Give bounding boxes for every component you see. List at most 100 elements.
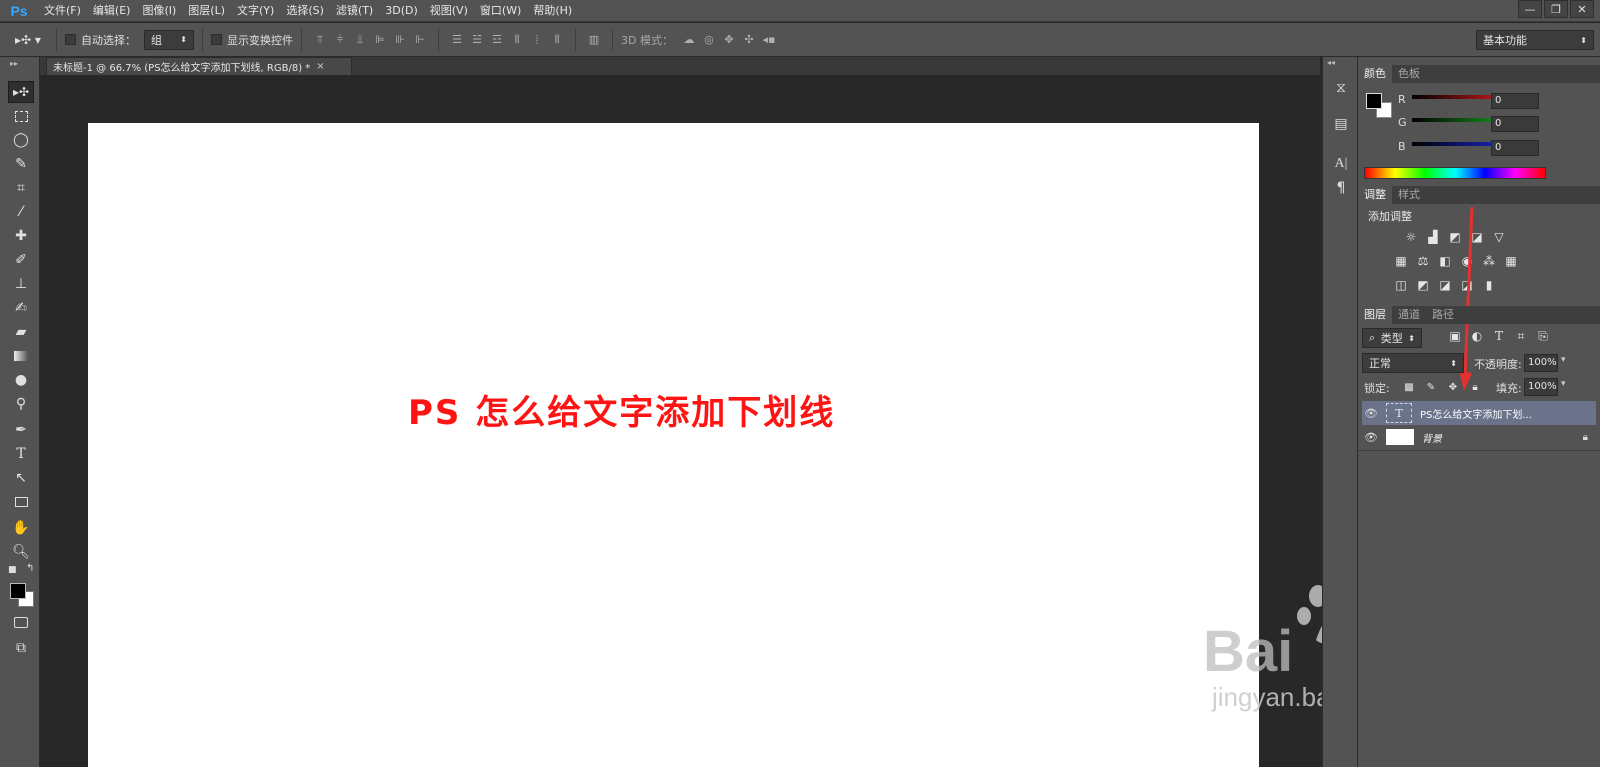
character-panel-icon[interactable]: A| (1329, 153, 1353, 175)
menu-select[interactable]: 选择(S) (280, 0, 330, 22)
distribute-vcenter-icon[interactable]: ☱ (470, 33, 484, 47)
invert-adjustment-icon[interactable]: ◫ (1393, 278, 1409, 292)
opacity-input[interactable]: 100% (1524, 354, 1558, 372)
crop-tool-icon[interactable]: ⌗ (8, 177, 34, 199)
menu-help[interactable]: 帮助(H) (527, 0, 578, 22)
visibility-eye-icon[interactable]: 👁︎ (1362, 407, 1380, 420)
shape-filter-icon[interactable]: ⌗ (1513, 329, 1529, 343)
layer-filter-dropdown[interactable]: ⌕ 类型 ⬍ (1362, 328, 1422, 348)
canvas-workspace[interactable]: PS 怎么给文字添加下划线 (40, 75, 1320, 767)
align-right-icon[interactable]: ⊩ (413, 33, 427, 47)
opacity-arrow-icon[interactable]: ▾ (1561, 355, 1566, 365)
move-tool-icon[interactable]: ▸✣ (8, 81, 34, 103)
lock-transparency-icon[interactable]: ▩ (1401, 380, 1417, 394)
menu-type[interactable]: 文字(Y) (231, 0, 280, 22)
document-tab[interactable]: 未标题-1 @ 66.7% (PS怎么给文字添加下划线, RGB/8) * × (46, 57, 352, 75)
color-lookup-adjustment-icon[interactable]: ▦ (1503, 254, 1519, 268)
document-canvas[interactable]: PS 怎么给文字添加下划线 (88, 123, 1259, 767)
color-spectrum-bar[interactable] (1364, 167, 1546, 179)
posterize-adjustment-icon[interactable]: ◩ (1415, 278, 1431, 292)
zoom-tool-icon[interactable]: 🔍︎ (8, 541, 34, 563)
adjustment-filter-icon[interactable]: ◐ (1469, 329, 1485, 343)
3d-rotate-icon[interactable]: ☁ (682, 33, 696, 47)
quick-selection-tool-icon[interactable]: ✎ (8, 153, 34, 175)
screen-mode-icon[interactable]: ⧉ (8, 637, 34, 659)
channel-mixer-adjustment-icon[interactable]: ⁂ (1481, 254, 1497, 268)
smart-object-filter-icon[interactable]: ⎘ (1535, 329, 1551, 343)
blur-tool-icon[interactable]: ● (8, 369, 34, 391)
fill-arrow-icon[interactable]: ▾ (1561, 379, 1566, 389)
tab-adjustments[interactable]: 调整 (1358, 186, 1392, 204)
distribute-hcenter-icon[interactable]: ⦙ (530, 33, 544, 47)
hand-tool-icon[interactable]: ✋ (8, 517, 34, 539)
lock-position-icon[interactable]: ✥ (1445, 380, 1461, 394)
path-selection-tool-icon[interactable]: ↖ (8, 467, 34, 489)
history-brush-tool-icon[interactable]: ✍ (8, 297, 34, 319)
marquee-tool-icon[interactable] (8, 105, 34, 127)
fill-input[interactable]: 100% (1524, 378, 1558, 396)
eyedropper-tool-icon[interactable]: ⁄ (8, 201, 34, 223)
channel-g-value[interactable]: 0 (1491, 116, 1539, 132)
3d-scale-icon[interactable]: ◂▪ (762, 33, 776, 47)
layer-name[interactable]: PS怎么给文字添加下划... (1420, 406, 1532, 421)
menu-window[interactable]: 窗口(W) (474, 0, 527, 22)
menu-edit[interactable]: 编辑(E) (87, 0, 137, 22)
tab-close-icon[interactable]: × (316, 61, 324, 72)
align-left-icon[interactable]: ⊫ (373, 33, 387, 47)
layer-row[interactable]: 👁︎ 背景 🔒︎ (1362, 425, 1596, 449)
panel-collapse-icon[interactable]: ▸▸ (10, 59, 18, 68)
black-white-adjustment-icon[interactable]: ◧ (1437, 254, 1453, 268)
move-tool-preset-icon[interactable]: ▸✣ ▾ (11, 33, 45, 47)
distribute-top-icon[interactable]: ☰ (450, 33, 464, 47)
workspace-dropdown[interactable]: 基本功能 ⬍ (1476, 30, 1594, 50)
lock-all-icon[interactable]: 🔒︎ (1467, 380, 1483, 394)
threshold-adjustment-icon[interactable]: ◪ (1437, 278, 1453, 292)
minimize-button[interactable]: — (1518, 0, 1542, 18)
gradient-tool-icon[interactable] (8, 345, 34, 367)
align-top-icon[interactable]: ⫪ (313, 33, 327, 47)
color-balance-adjustment-icon[interactable]: ⚖ (1415, 254, 1431, 268)
blend-mode-dropdown[interactable]: 正常 ⬍ (1362, 353, 1464, 373)
distribute-bottom-icon[interactable]: ☲ (490, 33, 504, 47)
tab-styles[interactable]: 样式 (1392, 186, 1426, 204)
tab-color[interactable]: 颜色 (1358, 65, 1392, 83)
dodge-tool-icon[interactable]: ⚲ (8, 393, 34, 415)
swap-colors-icon[interactable]: ↰ (26, 563, 34, 574)
vibrance-adjustment-icon[interactable]: ▽ (1491, 230, 1507, 244)
tab-layers[interactable]: 图层 (1358, 306, 1392, 324)
type-tool-icon[interactable]: T (8, 443, 34, 465)
align-bottom-icon[interactable]: ⫫ (353, 33, 367, 47)
menu-layer[interactable]: 图层(L) (182, 0, 231, 22)
close-button[interactable]: ✕ (1570, 0, 1594, 18)
brightness-adjustment-icon[interactable]: ☼ (1403, 230, 1419, 244)
dock-collapse-icon[interactable]: ◂◂ (1327, 58, 1335, 67)
levels-adjustment-icon[interactable]: ▟ (1425, 230, 1441, 244)
tab-channels[interactable]: 通道 (1392, 306, 1426, 324)
tab-swatches[interactable]: 色板 (1392, 65, 1426, 83)
tab-paths[interactable]: 路径 (1426, 306, 1460, 324)
clone-stamp-tool-icon[interactable]: ⊥ (8, 273, 34, 295)
3d-roll-icon[interactable]: ◎ (702, 33, 716, 47)
quick-mask-icon[interactable] (8, 611, 34, 633)
distribute-right-icon[interactable]: ⫴ (550, 33, 564, 47)
visibility-eye-icon[interactable]: 👁︎ (1362, 431, 1380, 444)
hue-saturation-adjustment-icon[interactable]: ▦ (1393, 254, 1409, 268)
auto-select-dropdown[interactable]: 组 ⬍ (144, 29, 194, 50)
menu-file[interactable]: 文件(F) (38, 0, 87, 22)
history-panel-icon[interactable]: ⧖ (1329, 77, 1353, 99)
auto-align-icon[interactable]: ▥ (587, 33, 601, 47)
menu-3d[interactable]: 3D(D) (379, 0, 424, 22)
brush-tool-icon[interactable]: ✐ (8, 249, 34, 271)
align-vcenter-icon[interactable]: ⫩ (333, 33, 347, 47)
layer-row[interactable]: 👁︎ T PS怎么给文字添加下划... (1362, 401, 1596, 425)
layer-name[interactable]: 背景 (1422, 430, 1442, 445)
menu-filter[interactable]: 滤镜(T) (330, 0, 379, 22)
menu-image[interactable]: 图像(I) (136, 0, 182, 22)
align-hcenter-icon[interactable]: ⊪ (393, 33, 407, 47)
channel-b-value[interactable]: 0 (1491, 140, 1539, 156)
lock-pixels-icon[interactable]: ✎ (1423, 380, 1439, 394)
gradient-map-adjustment-icon[interactable]: ▮ (1481, 278, 1497, 292)
type-filter-icon[interactable]: T (1491, 329, 1507, 343)
foreground-color-swatch[interactable] (10, 583, 26, 599)
canvas-text-layer[interactable]: PS 怎么给文字添加下划线 (408, 385, 835, 434)
